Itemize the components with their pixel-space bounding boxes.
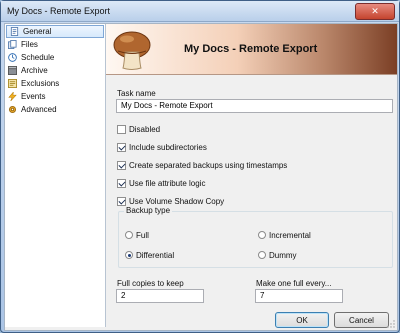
nav-item-archive[interactable]: Archive (5, 64, 105, 77)
differential-radio[interactable] (125, 251, 133, 259)
nav-item-events[interactable]: Events (5, 90, 105, 103)
file-attribute-label: Use file attribute logic (129, 179, 206, 188)
resize-grip-icon[interactable] (387, 320, 395, 328)
ok-button[interactable]: OK (275, 312, 329, 328)
full-radio-label: Full (136, 231, 149, 240)
clock-icon (8, 53, 17, 62)
full-copies-field[interactable] (116, 289, 204, 303)
volume-shadow-checkbox[interactable] (117, 197, 126, 206)
differential-radio-label: Differential (136, 251, 175, 260)
disabled-label: Disabled (129, 125, 161, 134)
close-button[interactable]: ✕ (355, 3, 395, 20)
dummy-radio[interactable] (258, 251, 266, 259)
mushroom-icon (113, 31, 151, 70)
task-name-field[interactable] (116, 99, 393, 113)
header-banner: My Docs - Remote Export (106, 24, 397, 75)
nav-item-schedule[interactable]: Schedule (5, 51, 105, 64)
incremental-radio[interactable] (258, 231, 266, 239)
archive-icon (8, 66, 17, 75)
nav-item-files[interactable]: Files (5, 38, 105, 51)
full-copies-label: Full copies to keep (117, 279, 184, 288)
nav-item-label: General (23, 27, 52, 36)
title-bar[interactable]: My Docs - Remote Export ✕ (1, 1, 399, 22)
nav-item-advanced[interactable]: Advanced (5, 103, 105, 116)
files-icon (8, 40, 17, 49)
dialog-client: General Files Schedule Archive Exclusion… (4, 23, 398, 331)
incremental-radio-label: Incremental (269, 231, 311, 240)
nav-item-general[interactable]: General (6, 25, 104, 38)
dummy-radio-label: Dummy (269, 251, 297, 260)
window-title: My Docs - Remote Export (7, 6, 111, 16)
file-attribute-checkbox[interactable] (117, 179, 126, 188)
document-icon (10, 27, 19, 36)
nav-item-label: Files (21, 40, 38, 49)
settings-nav: General Files Schedule Archive Exclusion… (5, 24, 106, 327)
nav-item-label: Exclusions (21, 79, 60, 88)
disabled-checkbox[interactable] (117, 125, 126, 134)
dialog-window: My Docs - Remote Export ✕ General Files … (0, 0, 400, 333)
lightning-icon (8, 92, 17, 101)
separated-backups-label: Create separated backups using timestamp… (129, 161, 288, 170)
make-full-label: Make one full every... (256, 279, 332, 288)
header-title: My Docs - Remote Export (184, 43, 318, 55)
nav-item-label: Events (21, 92, 46, 101)
gear-icon (8, 105, 17, 114)
full-radio[interactable] (125, 231, 133, 239)
cancel-button[interactable]: Cancel (334, 312, 389, 328)
nav-item-exclusions[interactable]: Exclusions (5, 77, 105, 90)
volume-shadow-label: Use Volume Shadow Copy (129, 197, 225, 206)
make-full-field[interactable] (255, 289, 343, 303)
separated-backups-checkbox[interactable] (117, 161, 126, 170)
nav-item-label: Archive (21, 66, 48, 75)
include-subdirectories-checkbox[interactable] (117, 143, 126, 152)
include-subdirectories-label: Include subdirectories (129, 143, 207, 152)
backup-type-title: Backup type (124, 206, 173, 215)
nav-item-label: Advanced (21, 105, 57, 114)
nav-item-label: Schedule (21, 53, 55, 62)
task-name-label: Task name (117, 89, 156, 98)
filter-icon (8, 79, 17, 88)
